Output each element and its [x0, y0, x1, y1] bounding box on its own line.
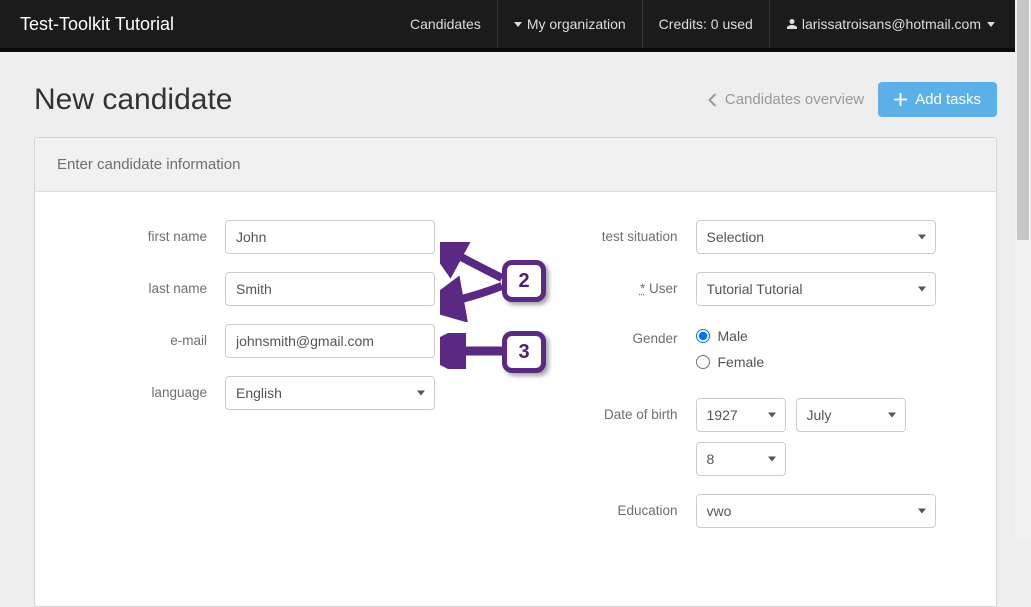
email-input[interactable] [225, 324, 435, 358]
label-education: Education [536, 502, 696, 520]
form-left-column: first name last name e-mail [65, 220, 496, 546]
form-right-column: test situation Selection * User [536, 220, 967, 546]
nav-candidates-label: Candidates [410, 16, 481, 32]
panel-body: first name last name e-mail [35, 192, 996, 606]
gender-male-label: Male [718, 328, 748, 344]
annotation-step-3-number: 3 [518, 341, 529, 364]
gender-female-radio[interactable] [696, 355, 710, 369]
label-first-name: first name [65, 228, 225, 246]
first-name-input[interactable] [225, 220, 435, 254]
dob-month-select[interactable]: July [796, 398, 906, 432]
label-user: * User [536, 280, 696, 298]
row-language: language English [65, 376, 496, 410]
annotation-step-2-number: 2 [518, 270, 529, 293]
gender-female-option[interactable]: Female [696, 354, 967, 370]
dob-year-select[interactable]: 1927 [696, 398, 786, 432]
arrow-icon [440, 333, 510, 369]
row-test-situation: test situation Selection [536, 220, 967, 254]
label-last-name: last name [65, 280, 225, 298]
test-situation-select[interactable]: Selection [696, 220, 936, 254]
nav-my-org-label: My organization [527, 16, 626, 32]
label-user-text: User [649, 281, 678, 296]
chevron-left-icon [708, 93, 717, 107]
row-dob: Date of birth 1927 July [536, 398, 967, 476]
add-tasks-button[interactable]: Add tasks [878, 82, 997, 117]
scrollbar-thumb[interactable] [1017, 0, 1029, 240]
arrow-icon [440, 242, 510, 322]
user-select[interactable]: Tutorial Tutorial [696, 272, 936, 306]
navbar-right: Candidates My organization Credits: 0 us… [394, 0, 1011, 48]
last-name-input[interactable] [225, 272, 435, 306]
row-email: e-mail [65, 324, 496, 358]
language-select[interactable]: English [225, 376, 435, 410]
row-gender: Gender Male Female [536, 324, 967, 380]
page-title: New candidate [34, 83, 232, 117]
candidates-overview-link[interactable]: Candidates overview [708, 91, 864, 108]
nav-user-menu[interactable]: larissatroisans@hotmail.com [770, 0, 1011, 48]
row-education: Education vwo [536, 494, 967, 528]
row-user: * User Tutorial Tutorial [536, 272, 967, 306]
row-last-name: last name [65, 272, 496, 306]
gender-female-label: Female [718, 354, 765, 370]
label-language: language [65, 384, 225, 402]
add-tasks-label: Add tasks [915, 91, 981, 108]
candidates-overview-label: Candidates overview [725, 91, 864, 108]
panel-heading: Enter candidate information [35, 138, 996, 192]
label-dob: Date of birth [536, 398, 696, 424]
gender-male-radio[interactable] [696, 329, 710, 343]
nav-user-label: larissatroisans@hotmail.com [802, 16, 981, 32]
nav-my-organization[interactable]: My organization [498, 0, 643, 48]
plus-icon [894, 93, 907, 106]
page-content: New candidate Candidates overview Add ta… [0, 52, 1031, 607]
page-header: New candidate Candidates overview Add ta… [34, 82, 997, 117]
nav-credits[interactable]: Credits: 0 used [643, 0, 770, 48]
label-gender: Gender [536, 324, 696, 348]
nav-credits-label: Credits: 0 used [659, 16, 753, 32]
caret-down-icon [987, 22, 995, 27]
user-icon [786, 16, 802, 32]
vertical-scrollbar[interactable] [1015, 0, 1031, 541]
caret-down-icon [514, 22, 522, 27]
top-navbar: Test-Toolkit Tutorial Candidates My orga… [0, 0, 1031, 52]
nav-candidates[interactable]: Candidates [394, 0, 498, 48]
brand-title: Test-Toolkit Tutorial [20, 14, 174, 35]
label-email: e-mail [65, 332, 225, 350]
label-user-prefix: * [640, 281, 645, 296]
gender-male-option[interactable]: Male [696, 328, 967, 344]
header-actions: Candidates overview Add tasks [708, 82, 997, 117]
label-test-situation: test situation [536, 228, 696, 246]
education-select[interactable]: vwo [696, 494, 936, 528]
row-first-name: first name [65, 220, 496, 254]
dob-day-select[interactable]: 8 [696, 442, 786, 476]
